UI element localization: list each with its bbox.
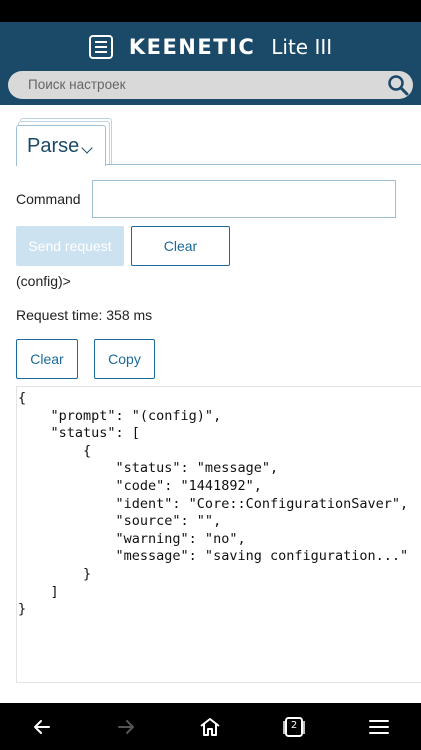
brand-logo: KEENETIC (128, 35, 256, 59)
command-label: Command (16, 191, 81, 207)
navigation-bar: 2 (0, 703, 421, 750)
search-icon[interactable] (387, 74, 409, 96)
search-placeholder: Поиск настроек (28, 77, 126, 92)
app-header: KEENETIC Lite III Поиск настроек (0, 22, 421, 105)
tab-parse[interactable]: Parse (16, 125, 106, 166)
tabs-count: 2 (290, 720, 298, 731)
tab-label: Parse (27, 135, 80, 157)
clear-output-button[interactable]: Clear (16, 339, 78, 379)
prompt-line: (config)> (16, 273, 71, 289)
brand-row: KEENETIC Lite III (0, 32, 421, 62)
model-name: Lite III (271, 35, 333, 59)
chevron-down-icon[interactable] (81, 142, 93, 154)
request-time: Request time: 358 ms (16, 307, 153, 323)
json-output[interactable]: { "prompt": "(config)", "status": [ { "s… (16, 386, 421, 683)
search-input[interactable]: Поиск настроек (8, 71, 413, 99)
status-bar (0, 0, 421, 22)
back-arrow-icon[interactable] (30, 715, 54, 739)
hamburger-menu-icon[interactable] (367, 715, 391, 739)
command-input[interactable] (92, 180, 396, 218)
forward-arrow-icon[interactable] (114, 715, 138, 739)
tabs-icon[interactable]: 2 (282, 715, 306, 739)
home-icon[interactable] (198, 715, 222, 739)
tab-bar: Parse (16, 118, 421, 166)
send-request-button[interactable]: Send request (16, 226, 124, 266)
copy-button[interactable]: Copy (94, 339, 155, 379)
clear-command-button[interactable]: Clear (131, 226, 230, 266)
menu-icon[interactable] (88, 35, 113, 59)
tab-divider (105, 164, 421, 165)
